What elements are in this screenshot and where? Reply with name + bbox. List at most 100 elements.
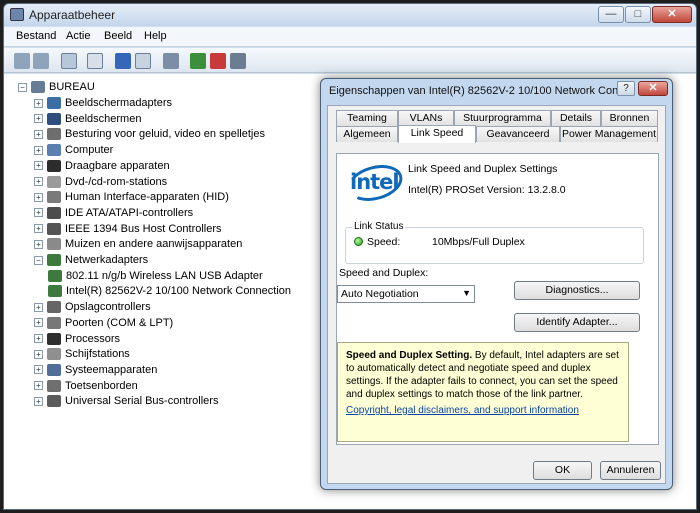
- minimize-button[interactable]: —: [598, 6, 624, 23]
- info-box: Speed and Duplex Setting. By default, In…: [337, 342, 629, 442]
- title-bar[interactable]: Apparaatbeheer — □ ✕: [4, 4, 696, 26]
- tree-category-item[interactable]: + Muizen en andere aanwijsapparaten: [34, 236, 242, 252]
- copyright-link[interactable]: Copyright, legal disclaimers, and suppor…: [346, 405, 579, 416]
- tree-device-item[interactable]: Intel(R) 82562V-2 10/100 Network Connect…: [48, 283, 291, 299]
- expand-icon[interactable]: +: [34, 349, 43, 359]
- tree-category-item[interactable]: + Beeldschermadapters: [34, 95, 172, 111]
- link-status-title: Link Status: [352, 221, 406, 232]
- speed-duplex-select[interactable]: Auto Negotiation ▼: [337, 285, 475, 303]
- tree-category-item[interactable]: + Computer: [34, 142, 113, 158]
- tab-teaming[interactable]: Teaming: [336, 110, 398, 126]
- tree-category-item[interactable]: + IEEE 1394 Bus Host Controllers: [34, 221, 222, 237]
- cancel-button[interactable]: Annuleren: [600, 461, 661, 480]
- tab-details[interactable]: Details: [551, 110, 601, 126]
- tree-item-label: Netwerkadapters: [65, 254, 149, 266]
- scan-hardware-icon[interactable]: [163, 53, 179, 69]
- expand-icon[interactable]: +: [34, 177, 43, 186]
- tree-category-item[interactable]: + Schijfstations: [34, 346, 130, 362]
- device-category-icon: [47, 144, 61, 157]
- expand-icon[interactable]: +: [34, 208, 43, 218]
- tree-item-label: Human Interface-apparaten (HID): [65, 191, 229, 204]
- device-category-icon: [47, 316, 61, 329]
- tab-power-management[interactable]: Power Management: [560, 126, 658, 142]
- expand-icon[interactable]: +: [34, 318, 43, 328]
- expand-icon[interactable]: +: [34, 334, 43, 343]
- properties-icon[interactable]: [87, 53, 103, 69]
- menu-actie[interactable]: Actie: [66, 30, 90, 42]
- expand-icon[interactable]: +: [34, 302, 43, 312]
- menu-bestand[interactable]: Bestand: [16, 30, 56, 42]
- tree-device-item[interactable]: 802.11 n/g/b Wireless LAN USB Adapter: [48, 268, 263, 284]
- view-icon[interactable]: [135, 53, 151, 69]
- help-button[interactable]: ?: [617, 81, 635, 96]
- expand-icon[interactable]: +: [34, 192, 43, 202]
- help-icon[interactable]: [115, 53, 131, 69]
- tree-item-label: Intel(R) 82562V-2 10/100 Network Connect…: [66, 285, 292, 298]
- device-category-icon: [47, 222, 61, 235]
- collapse-icon[interactable]: −: [18, 82, 27, 92]
- show-hide-tree-icon[interactable]: [61, 53, 77, 69]
- tree-category-item[interactable]: + IDE ATA/ATAPI-controllers: [34, 205, 193, 221]
- tree-category-item[interactable]: + Human Interface-apparaten (HID): [34, 189, 229, 205]
- expand-icon[interactable]: +: [34, 239, 43, 249]
- menu-beeld[interactable]: Beeld: [104, 30, 132, 42]
- tab-link-speed[interactable]: Link Speed: [398, 125, 476, 143]
- toolbar: [4, 48, 696, 73]
- device-category-icon: [47, 301, 61, 314]
- back-icon[interactable]: [14, 53, 30, 69]
- tree-category-item[interactable]: + Opslagcontrollers: [34, 299, 151, 315]
- identify-adapter-button[interactable]: Identify Adapter...: [514, 313, 640, 332]
- expand-icon[interactable]: +: [34, 98, 43, 108]
- ok-button[interactable]: OK: [533, 461, 592, 480]
- tab-geavanceerd[interactable]: Geavanceerd: [476, 126, 560, 142]
- speed-duplex-value: Auto Negotiation: [341, 288, 419, 300]
- diagnostics-button[interactable]: Diagnostics...: [514, 281, 640, 300]
- maximize-button[interactable]: □: [625, 6, 651, 23]
- collapse-icon[interactable]: −: [34, 255, 43, 265]
- tree-category-item[interactable]: + Beeldschermen: [34, 111, 141, 127]
- tree-category-item[interactable]: + Poorten (COM & LPT): [34, 315, 173, 331]
- tree-item-label: Dvd-/cd-rom-stations: [65, 175, 168, 188]
- expand-icon[interactable]: +: [34, 145, 43, 155]
- tree-category-item[interactable]: + Draagbare apparaten: [34, 158, 170, 174]
- forward-icon[interactable]: [33, 53, 49, 69]
- device-manager-icon: [10, 8, 24, 21]
- expand-icon[interactable]: +: [34, 381, 43, 391]
- expand-icon[interactable]: +: [34, 365, 43, 375]
- update-driver-icon[interactable]: [190, 53, 206, 69]
- tree-category-item[interactable]: − Netwerkadapters: [34, 252, 148, 268]
- tree-item-label: Opslagcontrollers: [65, 301, 151, 314]
- proset-version: Intel(R) PROSet Version: 13.2.8.0: [408, 184, 566, 196]
- tree-item-label: Systeemapparaten: [65, 363, 158, 376]
- settings-heading: Link Speed and Duplex Settings: [408, 163, 558, 175]
- device-category-icon: [47, 238, 61, 251]
- device-category-icon: [47, 191, 61, 204]
- tree-root[interactable]: − BUREAU: [18, 79, 95, 95]
- expand-icon[interactable]: +: [34, 396, 43, 406]
- info-bold: Speed and Duplex Setting.: [346, 350, 473, 361]
- tree-category-item[interactable]: + Processors: [34, 331, 120, 347]
- expand-icon[interactable]: +: [34, 161, 43, 171]
- tab-stuurprogramma[interactable]: Stuurprogramma: [454, 110, 551, 126]
- uninstall-icon[interactable]: [210, 53, 226, 69]
- dialog-title: Eigenschappen van Intel(R) 82562V-2 10/1…: [329, 85, 619, 97]
- tree-item-label: Draagbare apparaten: [65, 159, 170, 172]
- tree-category-item[interactable]: + Toetsenborden: [34, 378, 138, 394]
- tree-item-label: Computer: [65, 144, 114, 157]
- tree-category-item[interactable]: + Systeemapparaten: [34, 362, 157, 378]
- dialog-close-button[interactable]: ✕: [638, 81, 668, 96]
- tree-category-item[interactable]: + Dvd-/cd-rom-stations: [34, 174, 167, 190]
- tab-vlans[interactable]: VLANs: [398, 110, 454, 126]
- close-button[interactable]: ✕: [652, 6, 692, 23]
- expand-icon[interactable]: +: [34, 114, 43, 124]
- tree-category-item[interactable]: + Besturing voor geluid, video en spellet…: [34, 126, 265, 142]
- tree-item-label: Schijfstations: [65, 348, 130, 361]
- tree-category-item[interactable]: + Universal Serial Bus-controllers: [34, 393, 218, 409]
- menu-help[interactable]: Help: [144, 30, 167, 42]
- tab-bronnen[interactable]: Bronnen: [601, 110, 658, 126]
- tab-algemeen[interactable]: Algemeen: [336, 126, 398, 142]
- expand-icon[interactable]: +: [34, 224, 43, 234]
- disable-icon[interactable]: [230, 53, 246, 69]
- tree-item-label: Besturing voor geluid, video en spelletj…: [65, 128, 265, 141]
- expand-icon[interactable]: +: [34, 129, 43, 139]
